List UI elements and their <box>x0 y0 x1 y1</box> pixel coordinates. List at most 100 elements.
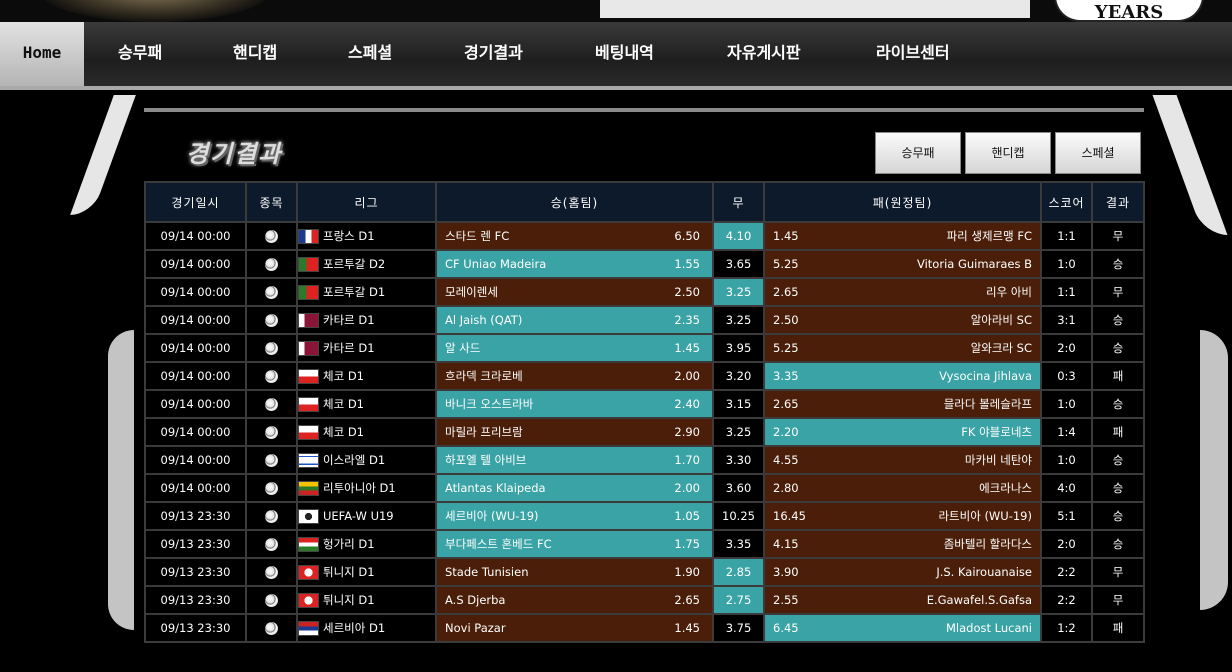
away-team-name: 알와크라 SC <box>970 341 1032 355</box>
cell-score: 1:4 <box>1040 417 1093 447</box>
cell-away-team[interactable]: 2.80 에크라나스 <box>763 473 1042 503</box>
flag-hu-icon <box>299 537 319 552</box>
home-odd: 2.00 <box>674 369 700 383</box>
site-logo[interactable] <box>600 0 1030 18</box>
nav-home[interactable]: Home <box>0 22 84 86</box>
away-team-name: 에크라나스 <box>979 481 1032 495</box>
home-team-name: Atlantas Klaipeda <box>445 481 546 495</box>
flag-il-icon <box>299 453 319 468</box>
cell-away-team[interactable]: 16.45 라트비아 (WU-19) <box>763 501 1042 531</box>
cell-home-team[interactable]: 하포엘 텔 아비브 1.70 <box>435 445 714 475</box>
table-row: 09/14 00:00 포르투갈 D2 CF Uniao Madeira 1.55 3.… <box>144 249 1145 279</box>
cell-away-team[interactable]: 5.25 Vitoria Guimaraes B <box>763 249 1042 279</box>
cell-home-team[interactable]: 부다페스트 혼베드 FC 1.75 <box>435 529 714 559</box>
league-name: 체코 D1 <box>323 369 364 383</box>
cell-date: 09/14 00:00 <box>144 389 247 419</box>
cell-home-team[interactable]: Novi Pazar 1.45 <box>435 613 714 643</box>
cell-away-team[interactable]: 3.90 J.S. Kairouanaise <box>763 557 1042 587</box>
header-date: 경기일시 <box>144 181 247 223</box>
cell-home-team[interactable]: Stade Tunisien 1.90 <box>435 557 714 587</box>
away-odd: 3.35 <box>773 369 799 383</box>
table-row: 09/13 23:30 튀니지 D1 Stade Tunisien 1.90 2.85 3… <box>144 557 1145 587</box>
cell-league: 튀니지 D1 <box>296 557 437 587</box>
cell-away-team[interactable]: 2.20 FK 야블로네츠 <box>763 417 1042 447</box>
cell-draw-odd[interactable]: 3.75 <box>712 613 765 643</box>
filter-special-button[interactable]: 스페셜 <box>1055 132 1141 174</box>
cell-home-team[interactable]: 스타드 렌 FC 6.50 <box>435 221 714 251</box>
nav-free-board[interactable]: 자유게시판 <box>727 22 801 86</box>
cell-away-team[interactable]: 2.55 E.Gawafel.S.Gafsa <box>763 585 1042 615</box>
table-row: 09/14 00:00 체코 D1 바니크 오스트라바 2.40 3.15 2.65 믈라다… <box>144 389 1145 419</box>
cell-draw-odd[interactable]: 3.20 <box>712 361 765 391</box>
cell-draw-odd[interactable]: 3.25 <box>712 417 765 447</box>
cell-away-team[interactable]: 3.35 Vysocina Jihlava <box>763 361 1042 391</box>
filter-match-winner-button[interactable]: 승무패 <box>875 132 961 174</box>
away-team-name: 파리 생제르맹 FC <box>946 229 1032 243</box>
cell-date: 09/14 00:00 <box>144 249 247 279</box>
cell-home-team[interactable]: 모레이렌세 2.50 <box>435 277 714 307</box>
table-row: 09/14 00:00 카타르 D1 Al Jaish (QAT) 2.35 3.25 2… <box>144 305 1145 335</box>
cell-result: 승 <box>1091 501 1145 531</box>
cell-home-team[interactable]: 흐라덱 크라로베 2.00 <box>435 361 714 391</box>
cell-sport <box>245 585 298 615</box>
cell-home-team[interactable]: Al Jaish (QAT) 2.35 <box>435 305 714 335</box>
cell-draw-odd[interactable]: 3.30 <box>712 445 765 475</box>
cell-sport <box>245 249 298 279</box>
cell-draw-odd[interactable]: 2.75 <box>712 585 765 615</box>
league-name: 카타르 D1 <box>323 341 375 355</box>
cell-draw-odd[interactable]: 3.25 <box>712 305 765 335</box>
table-row: 09/14 00:00 체코 D1 흐라덱 크라로베 2.00 3.20 3.35 Vyso… <box>144 361 1145 391</box>
cell-away-team[interactable]: 5.25 알와크라 SC <box>763 333 1042 363</box>
away-odd: 1.45 <box>773 229 799 243</box>
cell-home-team[interactable]: 알 사드 1.45 <box>435 333 714 363</box>
home-team-name: 부다페스트 혼베드 FC <box>445 537 552 551</box>
away-odd: 16.45 <box>773 509 806 523</box>
nav-special[interactable]: 스페셜 <box>348 22 392 86</box>
cell-away-team[interactable]: 2.65 리우 아비 <box>763 277 1042 307</box>
cell-home-team[interactable]: 마릴라 프리브람 2.90 <box>435 417 714 447</box>
cell-score: 1:1 <box>1040 221 1093 251</box>
cell-draw-odd[interactable]: 3.95 <box>712 333 765 363</box>
header-draw: 무 <box>712 181 765 223</box>
away-odd: 6.45 <box>773 621 799 635</box>
home-team-name: 세르비아 (WU-19) <box>445 509 539 523</box>
cell-date: 09/14 00:00 <box>144 277 247 307</box>
nav-results[interactable]: 경기결과 <box>464 22 523 86</box>
cell-away-team[interactable]: 4.15 좀바텔리 할라다스 <box>763 529 1042 559</box>
header-result: 결과 <box>1091 181 1145 223</box>
cell-sport <box>245 557 298 587</box>
nav-handicap[interactable]: 핸디캡 <box>233 22 277 86</box>
home-team-name: 흐라덱 크라로베 <box>445 369 523 383</box>
cell-away-team[interactable]: 1.45 파리 생제르맹 FC <box>763 221 1042 251</box>
cell-draw-odd[interactable]: 10.25 <box>712 501 765 531</box>
cell-draw-odd[interactable]: 3.65 <box>712 249 765 279</box>
cell-draw-odd[interactable]: 2.85 <box>712 557 765 587</box>
cell-away-team[interactable]: 4.55 마카비 네탄야 <box>763 445 1042 475</box>
cell-draw-odd[interactable]: 3.15 <box>712 389 765 419</box>
header-home: 승(홈팀) <box>435 181 714 223</box>
cell-draw-odd[interactable]: 3.25 <box>712 277 765 307</box>
cell-away-team[interactable]: 2.50 알아라비 SC <box>763 305 1042 335</box>
cell-away-team[interactable]: 2.65 믈라다 볼레슬라프 <box>763 389 1042 419</box>
cell-result: 승 <box>1091 333 1145 363</box>
cell-date: 09/13 23:30 <box>144 557 247 587</box>
cell-home-team[interactable]: 세르비아 (WU-19) 1.05 <box>435 501 714 531</box>
nav-bet-history[interactable]: 베팅내역 <box>595 22 654 86</box>
filter-handicap-button[interactable]: 핸디캡 <box>965 132 1051 174</box>
cell-away-team[interactable]: 6.45 Mladost Lucani <box>763 613 1042 643</box>
nav-match-winner[interactable]: 승무패 <box>118 22 162 86</box>
cell-home-team[interactable]: Atlantas Klaipeda 2.00 <box>435 473 714 503</box>
league-name: 체코 D1 <box>323 397 364 411</box>
cell-draw-odd[interactable]: 4.10 <box>712 221 765 251</box>
soccer-ball-icon <box>265 286 278 299</box>
cell-home-team[interactable]: 바니크 오스트라바 2.40 <box>435 389 714 419</box>
league-name: 체코 D1 <box>323 425 364 439</box>
table-row: 09/14 00:00 카타르 D1 알 사드 1.45 3.95 5.25 알와크라 SC… <box>144 333 1145 363</box>
cell-date: 09/14 00:00 <box>144 221 247 251</box>
cell-home-team[interactable]: A.S Djerba 2.65 <box>435 585 714 615</box>
nav-live-center[interactable]: 라이브센터 <box>876 22 950 86</box>
cell-home-team[interactable]: CF Uniao Madeira 1.55 <box>435 249 714 279</box>
flag-qa-icon <box>299 341 319 356</box>
cell-draw-odd[interactable]: 3.35 <box>712 529 765 559</box>
cell-draw-odd[interactable]: 3.60 <box>712 473 765 503</box>
